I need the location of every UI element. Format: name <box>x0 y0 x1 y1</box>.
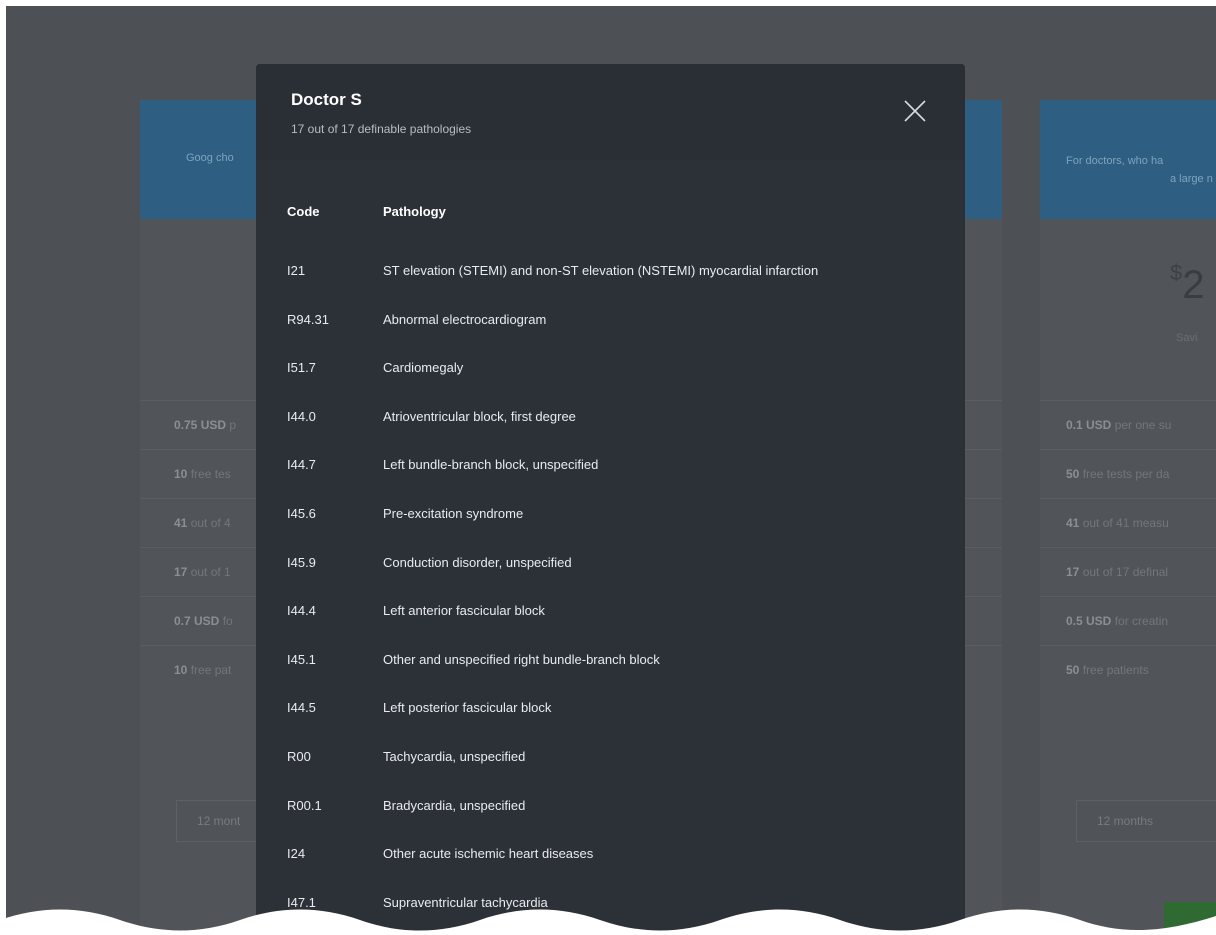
modal-subtitle: 17 out of 17 definable pathologies <box>291 122 472 136</box>
save-text: Savi <box>1176 332 1198 344</box>
card-band: For doctors, who ha a large n <box>1040 100 1216 219</box>
card-band-text: Goog cho <box>186 152 234 164</box>
feature-row: 0.5 USD for creatin <box>1040 596 1216 645</box>
feature-value: 50 <box>1066 467 1080 481</box>
code-cell: I45.9 <box>287 554 316 570</box>
feature-value: 41 <box>174 516 188 530</box>
table-row: I45.1 Other and unspecified right bundle-… <box>256 652 965 701</box>
feature-text: fo <box>219 614 233 628</box>
feature-text: out of 4 <box>187 516 231 530</box>
code-cell: R94.31 <box>287 311 329 327</box>
feature-text: out of 41 measu <box>1079 516 1169 530</box>
feature-value: 10 <box>174 663 188 677</box>
feature-value: 50 <box>1066 663 1080 677</box>
code-cell: I44.0 <box>287 408 316 424</box>
close-button[interactable] <box>900 96 930 126</box>
feature-text: free pat <box>187 663 232 677</box>
price: $2 <box>1170 260 1205 308</box>
feature-value: 0.5 USD <box>1066 614 1112 628</box>
table-row: I44.0 Atrioventricular block, first degre… <box>256 409 965 458</box>
code-cell: I44.7 <box>287 457 316 473</box>
price-currency: $ <box>1170 260 1183 285</box>
pathology-cell: Pre-excitation syndrome <box>383 506 524 521</box>
code-cell: I44.4 <box>287 603 316 619</box>
pathology-cell: ST elevation (STEMI) and non-ST elevatio… <box>383 263 819 278</box>
card-band-line: a large n <box>1170 173 1213 185</box>
card-band-text: For doctors, who ha a large n <box>1066 152 1213 188</box>
feature-value: 0.7 USD <box>174 614 220 628</box>
code-cell: I45.6 <box>287 506 316 521</box>
table-row: I44.4 Left anterior fascicular block <box>256 603 965 652</box>
torn-edge <box>0 909 1216 935</box>
modal-title: Doctor S <box>291 90 362 109</box>
feature-value: 0.75 USD <box>174 418 227 432</box>
code-cell: R00.1 <box>287 797 322 813</box>
feature-text: free patients <box>1079 663 1149 677</box>
table-row: I45.6 Pre-excitation syndrome <box>256 506 965 555</box>
feature-value: 17 <box>1066 565 1080 579</box>
price-value: 2 <box>1182 263 1205 307</box>
modal-header: Doctor S 17 out of 17 definable patholog… <box>256 64 965 160</box>
table-row: I45.9 Conduction disorder, unspecified <box>256 555 965 604</box>
feature-row: 41 out of 41 measu <box>1040 498 1216 547</box>
pathology-cell: Abnormal electrocardiogram <box>383 311 547 327</box>
code-cell: I51.7 <box>287 360 316 376</box>
feature-text: per one su <box>1111 418 1172 432</box>
pricing-card-right: For doctors, who ha a large n $2 Savi 0.… <box>1040 100 1216 935</box>
code-cell: R00 <box>287 749 311 764</box>
pathology-cell: Conduction disorder, unspecified <box>383 554 572 570</box>
feature-text: out of 1 <box>187 565 231 579</box>
pathology-cell: Atrioventricular block, first degree <box>383 408 576 424</box>
feature-text: p <box>226 418 237 432</box>
table-row: I21 ST elevation (STEMI) and non-ST eleva… <box>256 263 965 312</box>
pathology-cell: Other and unspecified right bundle-branc… <box>383 651 660 667</box>
table-row: I44.7 Left bundle-branch block, unspecifi… <box>256 457 965 506</box>
column-header-pathology: Pathology <box>383 204 446 219</box>
feature-value: 10 <box>174 467 188 481</box>
pathology-cell: Tachycardia, unspecified <box>383 749 526 764</box>
feature-value: 17 <box>174 565 188 579</box>
card-band-line: For doctors, who ha <box>1066 155 1164 167</box>
feature-text: free tes <box>187 467 231 481</box>
table-row: R94.31 Abnormal electrocardiogram <box>256 312 965 361</box>
code-cell: I21 <box>287 263 306 278</box>
code-cell: I44.5 <box>287 700 316 716</box>
feature-text: for creatin <box>1111 614 1169 628</box>
table-row: I24 Other acute ischemic heart diseases <box>256 846 965 895</box>
pathologies-modal: Doctor S 17 out of 17 definable patholog… <box>256 64 965 935</box>
feature-row: 50 free tests per da <box>1040 449 1216 498</box>
table-row: I44.5 Left posterior fascicular block <box>256 700 965 749</box>
feature-row: 0.1 USD per one su <box>1040 400 1216 449</box>
feature-value: 0.1 USD <box>1066 418 1112 432</box>
code-cell: I45.1 <box>287 651 316 667</box>
code-cell: I24 <box>287 846 306 862</box>
column-header-code: Code <box>287 204 320 219</box>
pathology-cell: Left posterior fascicular block <box>383 700 552 716</box>
feature-text: out of 17 definal <box>1079 565 1169 579</box>
feature-row: 50 free patients <box>1040 645 1216 694</box>
table-row: R00.1 Bradycardia, unspecified <box>256 798 965 847</box>
pathology-cell: Left bundle-branch block, unspecified <box>383 457 599 473</box>
table-row: R00 Tachycardia, unspecified <box>256 749 965 798</box>
pathology-cell: Cardiomegaly <box>383 360 464 376</box>
pathology-cell: Other acute ischemic heart diseases <box>383 846 594 862</box>
feature-value: 41 <box>1066 516 1080 530</box>
duration-select[interactable]: 12 months <box>1076 800 1216 842</box>
feature-text: free tests per da <box>1079 467 1170 481</box>
table-row: I51.7 Cardiomegaly <box>256 360 965 409</box>
feature-row: 17 out of 17 definal <box>1040 547 1216 596</box>
close-icon <box>904 100 926 122</box>
pathology-cell: Bradycardia, unspecified <box>383 797 526 813</box>
pathology-cell: Left anterior fascicular block <box>383 603 545 619</box>
